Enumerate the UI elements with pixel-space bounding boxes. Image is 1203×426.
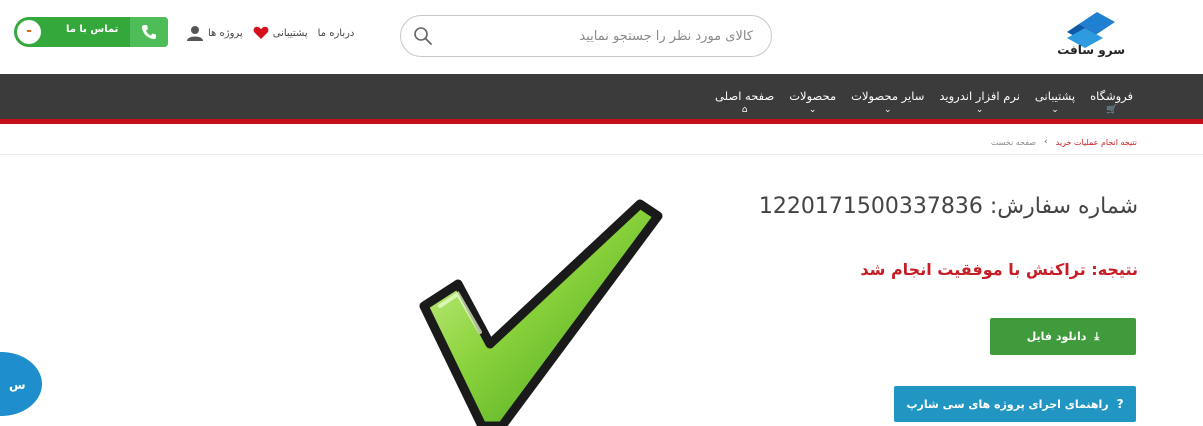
nav-item-android-software[interactable]: نرم افزار اندروید ⌄ <box>939 89 1020 115</box>
collapse-toggle[interactable]: - <box>17 20 41 44</box>
contact-phone-box <box>130 17 168 47</box>
breadcrumb-home[interactable]: صفحه نخست <box>991 138 1036 147</box>
nav-item-products[interactable]: محصولات ⌄ <box>789 89 836 115</box>
contact-us-button[interactable]: - تماس با ما <box>14 17 168 47</box>
chevron-left-icon: › <box>1044 137 1048 147</box>
download-button[interactable]: ⤓ دانلود فایل <box>990 318 1136 355</box>
page: سرو سافت پروژه ها پشتیبانی <box>0 0 1203 426</box>
nav-item-label: فروشگاه <box>1090 89 1133 103</box>
top-links: پروژه ها پشتیبانی درباره ما <box>186 20 354 46</box>
home-icon: ⌂ <box>741 105 748 115</box>
heart-icon <box>253 26 269 39</box>
nav-item-label: سایر محصولات <box>851 89 925 103</box>
download-label: دانلود فایل <box>1026 330 1087 343</box>
chevron-down-icon: ⌄ <box>883 105 892 115</box>
chat-widget-label: س <box>9 378 26 392</box>
support-link[interactable]: پشتیبانی <box>253 26 308 40</box>
order-number-line: شماره سفارش: 1220171500337836 <box>759 194 1138 219</box>
order-label: شماره سفارش: <box>989 194 1138 219</box>
contact-us-label: تماس با ما <box>66 24 119 35</box>
divider <box>0 154 1203 155</box>
nav-item-support[interactable]: پشتیبانی ⌄ <box>1035 89 1075 115</box>
nav-items: صفحه اصلی ⌂ محصولات ⌄ سایر محصولات ⌄ نرم… <box>715 89 1133 115</box>
success-checkmark-icon <box>419 199 663 426</box>
result-message: نتیجه: تراکنش با موفقیت انجام شد <box>860 260 1138 279</box>
main-nav: صفحه اصلی ⌂ محصولات ⌄ سایر محصولات ⌄ نرم… <box>0 74 1203 124</box>
search-box <box>400 15 772 57</box>
search-input[interactable] <box>453 25 753 47</box>
question-icon: ? <box>1116 397 1124 411</box>
order-number: 1220171500337836 <box>758 194 983 219</box>
nav-item-label: صفحه اصلی <box>715 89 775 103</box>
phone-icon <box>142 25 156 39</box>
top-header: سرو سافت پروژه ها پشتیبانی <box>0 0 1203 74</box>
about-link[interactable]: درباره ما <box>318 28 355 39</box>
guide-button[interactable]: ? راهنمای اجرای پروژه های سی شارپ <box>894 386 1136 422</box>
guide-label: راهنمای اجرای پروژه های سی شارپ <box>906 397 1109 411</box>
chevron-down-icon: ⌄ <box>1051 105 1059 115</box>
projects-link-label: پروژه ها <box>208 27 243 39</box>
logo-text: سرو سافت <box>1057 43 1125 57</box>
about-link-label: درباره ما <box>317 27 355 39</box>
nav-item-shop[interactable]: فروشگاه 🛒 <box>1090 89 1133 115</box>
breadcrumb-current[interactable]: نتیجه انجام عملیات خرید <box>1056 138 1137 147</box>
nav-item-other-products[interactable]: سایر محصولات ⌄ <box>851 89 924 115</box>
nav-item-home[interactable]: صفحه اصلی ⌂ <box>715 89 774 115</box>
projects-link[interactable]: پروژه ها <box>186 25 243 41</box>
support-link-label: پشتیبانی <box>272 27 308 39</box>
cart-icon: 🛒 <box>1105 105 1118 115</box>
download-icon: ⤓ <box>1094 329 1100 343</box>
user-icon <box>187 26 203 41</box>
chevron-down-icon: ⌄ <box>975 105 984 115</box>
breadcrumb: صفحه نخست › نتیجه انجام عملیات خرید <box>991 137 1137 147</box>
chevron-down-icon: ⌄ <box>808 105 817 115</box>
nav-item-label: محصولات <box>789 89 837 103</box>
nav-item-label: پشتیبانی <box>1034 89 1076 103</box>
search-icon[interactable] <box>413 26 433 46</box>
nav-item-label: نرم افزار اندروید <box>939 89 1020 103</box>
